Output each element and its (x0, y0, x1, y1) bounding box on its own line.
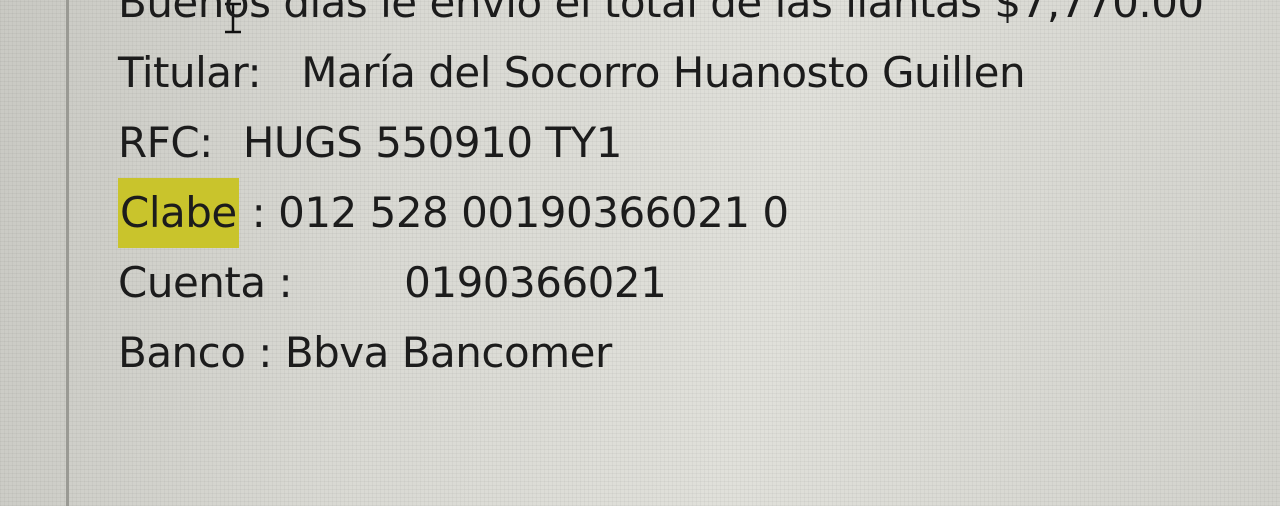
banco-line: Banco : Bbva Bancomer (118, 318, 1280, 388)
rfc-label: RFC: (118, 118, 213, 167)
cuenta-label: Cuenta : (118, 258, 293, 307)
rfc-line: RFC: HUGS 550910 TY1 (118, 108, 1280, 178)
titular-value: María del Socorro Huanosto Guillen (301, 48, 1026, 97)
titular-line: Titular: María del Socorro Huanosto Guill… (118, 38, 1280, 108)
screen: Buenos días le envío el total de las lla… (0, 0, 1280, 506)
clabe-line: Clabe : 012 528 00190366021 0 (118, 178, 1280, 248)
rfc-value: HUGS 550910 TY1 (242, 118, 623, 167)
banco-value: Bbva Bancomer (284, 328, 612, 377)
editor-left-border (66, 0, 69, 506)
top-line: Buenos días le envío el total de las lla… (118, 0, 1280, 38)
titular-label: Titular: (118, 48, 262, 97)
clabe-separator: : (238, 188, 279, 237)
cuenta-line: Cuenta : 0190366021 (118, 248, 1280, 318)
banco-label: Banco : (118, 328, 272, 377)
clabe-value: 012 528 00190366021 0 (278, 188, 789, 237)
message-body[interactable]: Buenos días le envío el total de las lla… (118, 0, 1280, 388)
clabe-label: Clabe (118, 178, 239, 248)
cuenta-value: 0190366021 (404, 258, 667, 307)
top-line-text: Buenos días le envío el total de las lla… (118, 0, 1204, 27)
